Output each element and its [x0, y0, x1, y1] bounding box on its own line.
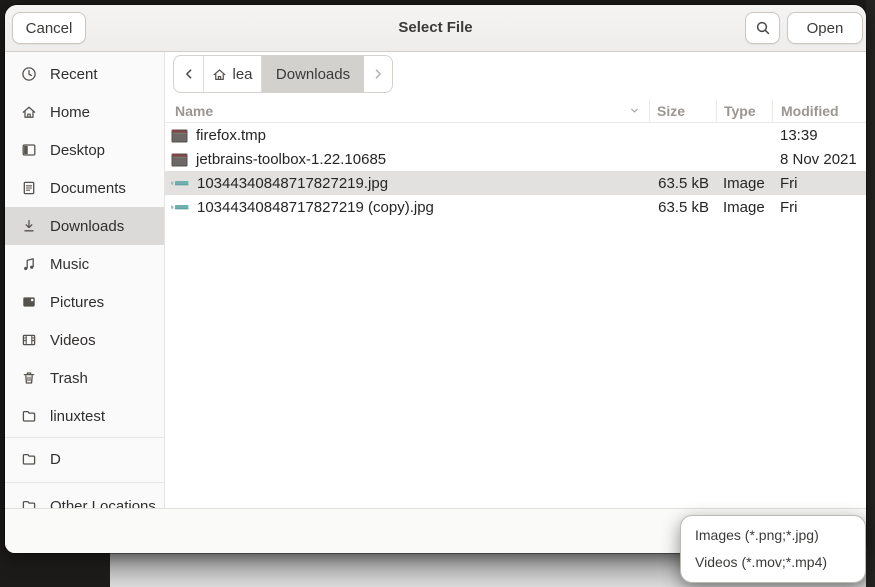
sidebar-item-pictures[interactable]: Pictures: [5, 283, 164, 321]
sidebar-separator: [5, 437, 164, 438]
path-home-label: lea: [232, 66, 252, 83]
sidebar-item-label: linuxtest: [50, 408, 105, 425]
music-note-icon: [21, 256, 37, 272]
cell-size: 63.5 kB: [649, 175, 716, 192]
file-row-jetbrains-toolbox[interactable]: jetbrains-toolbox-1.22.10685 8 Nov 2021: [165, 147, 866, 171]
cancel-button[interactable]: Cancel: [12, 12, 86, 44]
sidebar-item-label: Pictures: [50, 294, 104, 311]
trash-icon: [21, 370, 37, 386]
dialog-title: Select File: [5, 5, 866, 51]
cell-modified: Fri: [772, 175, 866, 192]
sidebar-item-label: Recent: [50, 66, 98, 83]
image-thumbnail-icon: [171, 176, 189, 190]
file-name: 10344340848717827219.jpg: [197, 175, 388, 192]
file-chooser-dialog: Select File Cancel Open Recent Home De: [5, 5, 866, 553]
path-forward-button[interactable]: [364, 56, 392, 92]
sidebar-item-recent[interactable]: Recent: [5, 55, 164, 93]
sidebar-separator: [5, 482, 164, 483]
sidebar-item-label: Downloads: [50, 218, 124, 235]
chevron-right-icon: [370, 66, 386, 82]
cell-name: firefox.tmp: [165, 127, 649, 144]
cell-modified: 13:39: [772, 127, 866, 144]
open-button[interactable]: Open: [787, 12, 863, 44]
column-header-name[interactable]: Name: [165, 103, 649, 119]
cell-name: jetbrains-toolbox-1.22.10685: [165, 151, 649, 168]
sidebar-item-trash[interactable]: Trash: [5, 359, 164, 397]
path-segment-home[interactable]: lea: [204, 56, 262, 92]
clock-icon: [21, 66, 37, 82]
sidebar-item-downloads[interactable]: Downloads: [5, 207, 164, 245]
sidebar-item-label: Trash: [50, 370, 88, 387]
path-bar: lea Downloads: [173, 55, 393, 93]
file-filter-popup: Images (*.png;*.jpg) Videos (*.mov;*.mp4…: [680, 515, 866, 583]
column-header-size[interactable]: Size: [649, 99, 716, 122]
home-icon: [212, 67, 227, 82]
file-row-jpg-selected[interactable]: 10344340848717827219.jpg 63.5 kB Image F…: [165, 171, 866, 195]
desktop-icon: [21, 142, 37, 158]
cell-type: Image: [716, 175, 772, 192]
sidebar-item-d[interactable]: D: [5, 440, 164, 478]
backdrop-edge: [866, 0, 875, 587]
headerbar: Select File Cancel Open: [5, 5, 866, 52]
chevron-down-icon: [628, 104, 641, 117]
chevron-left-icon: [181, 66, 197, 82]
file-row-firefox-tmp[interactable]: firefox.tmp 13:39: [165, 123, 866, 147]
film-icon: [21, 332, 37, 348]
search-button[interactable]: [745, 12, 780, 44]
cell-modified: Fri: [772, 199, 866, 216]
document-icon: [21, 180, 37, 196]
sidebar-item-label: Videos: [50, 332, 96, 349]
sidebar-item-desktop[interactable]: Desktop: [5, 131, 164, 169]
path-segment-downloads[interactable]: Downloads: [262, 56, 364, 92]
cell-modified: 8 Nov 2021: [772, 151, 866, 168]
screen: Select File Cancel Open Recent Home De: [0, 0, 875, 587]
sidebar-item-label: Music: [50, 256, 89, 273]
download-icon: [21, 218, 37, 234]
home-icon: [21, 104, 37, 120]
file-list-header: Name Size Type Modified: [165, 99, 866, 123]
folder-icon: [171, 152, 188, 167]
dialog-body: Recent Home Desktop Documents Downloads: [5, 52, 866, 553]
sidebar-item-music[interactable]: Music: [5, 245, 164, 283]
filter-option-images[interactable]: Images (*.png;*.jpg): [681, 522, 865, 549]
folder-icon: [21, 408, 37, 424]
file-row-jpg-copy[interactable]: 10344340848717827219 (copy).jpg 63.5 kB …: [165, 195, 866, 219]
filter-option-videos[interactable]: Videos (*.mov;*.mp4): [681, 549, 865, 576]
file-name: jetbrains-toolbox-1.22.10685: [196, 151, 386, 168]
search-icon: [755, 20, 771, 36]
folder-icon: [171, 128, 188, 143]
cell-name: 10344340848717827219.jpg: [165, 175, 649, 192]
cell-name: 10344340848717827219 (copy).jpg: [165, 199, 649, 216]
sidebar-item-label: Home: [50, 104, 90, 121]
path-back-button[interactable]: [174, 56, 204, 92]
folder-icon: [21, 451, 37, 467]
cell-type: Image: [716, 199, 772, 216]
column-label: Name: [175, 103, 213, 119]
column-header-modified[interactable]: Modified: [772, 99, 866, 122]
cell-size: 63.5 kB: [649, 199, 716, 216]
sidebar-item-linuxtest[interactable]: linuxtest: [5, 397, 164, 435]
file-name: 10344340848717827219 (copy).jpg: [197, 199, 434, 216]
sort-indicator: [628, 104, 641, 117]
file-name: firefox.tmp: [196, 127, 266, 144]
image-thumbnail-icon: [171, 200, 189, 214]
sidebar-item-label: D: [50, 451, 61, 468]
column-header-type[interactable]: Type: [716, 99, 772, 122]
file-browser: lea Downloads Name Size Type: [165, 52, 866, 553]
sidebar: Recent Home Desktop Documents Downloads: [5, 52, 165, 553]
picture-icon: [21, 294, 37, 310]
sidebar-item-label: Documents: [50, 180, 126, 197]
sidebar-item-label: Desktop: [50, 142, 105, 159]
sidebar-item-documents[interactable]: Documents: [5, 169, 164, 207]
sidebar-item-home[interactable]: Home: [5, 93, 164, 131]
sidebar-item-videos[interactable]: Videos: [5, 321, 164, 359]
